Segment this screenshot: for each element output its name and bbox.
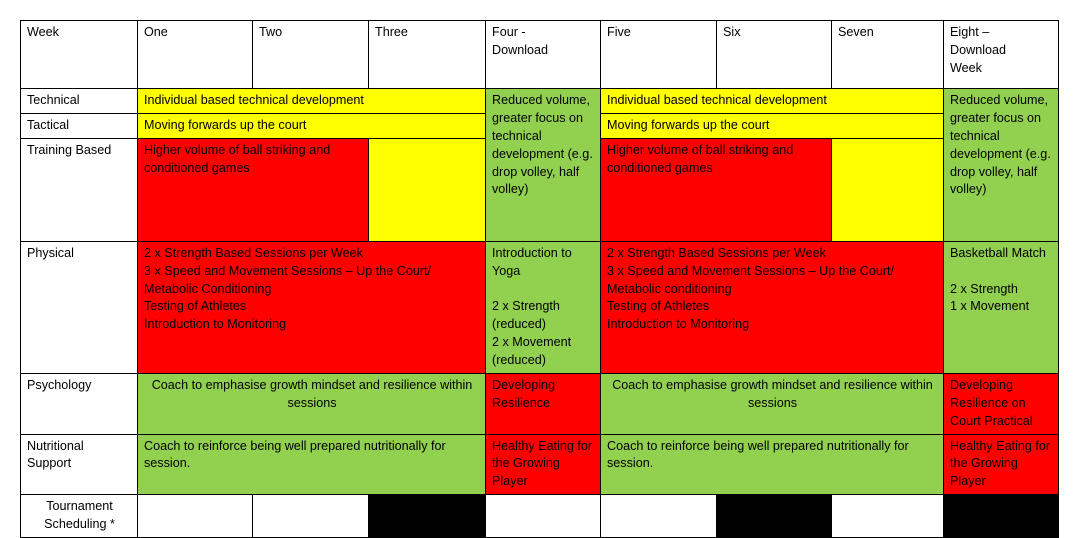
physical-dl2-line-4: 1 x Movement [950,299,1030,314]
cell-nutrition-week-4: Healthy Eating for the Growing Player [485,433,601,496]
physical-dl2-line-3: 2 x Strength [950,281,1018,296]
header-cell-week-seven: Seven [831,20,944,89]
cell-tournament-week-2 [252,494,369,538]
physical2-line-4: Testing of Athletes [607,299,710,314]
physical-dl1-line-3: 2 x Strength (reduced) [492,299,560,332]
physical-dl1-line-4: 2 x Movement (reduced) [492,335,572,367]
physical-line-3: Metabolic Conditioning [144,281,272,296]
cell-technical-tactical-training-week-8: Reduced volume, greater focus on technic… [943,88,1059,242]
nutritional-label-line1: Nutritional [27,438,84,453]
week-eight-line3: Week [950,60,982,75]
cell-physical-week-8: Basketball Match 2 x Strength 1 x Moveme… [943,240,1059,374]
table-row-nutritional-support: Nutritional Support Coach to reinforce b… [20,433,1059,496]
cell-psychology-weeks-1-3: Coach to emphasise growth mindset and re… [137,372,486,435]
nutritional-label-line2: Support [27,456,72,471]
cell-tournament-week-6 [716,494,832,538]
cell-training-weeks-5-6: Higher volume of ball striking and condi… [600,137,832,242]
physical2-line-1: 2 x Strength Based Sessions per Week [607,245,826,260]
cell-psychology-week-8: Developing Resilience on Court Practical [943,372,1059,435]
physical2-line-2: 3 x Speed and Movement Sessions – Up the… [607,263,895,278]
cell-physical-weeks-5-7: 2 x Strength Based Sessions per Week 3 x… [600,240,944,374]
cell-psychology-week-4: Developing Resilience [485,372,601,435]
header-cell-week-two: Two [252,20,369,89]
row-label-tactical: Tactical [20,112,138,139]
cell-tactical-weeks-5-7: Moving forwards up the court [600,112,944,139]
cell-technical-tactical-training-week-4: Reduced volume, greater focus on technic… [485,88,601,242]
cell-technical-weeks-5-7: Individual based technical development [600,88,944,114]
training-periodization-table: Week One Two Three Four - Download Five … [20,20,1059,538]
physical-line-4: Testing of Athletes [144,299,247,314]
cell-psychology-weeks-5-7: Coach to emphasise growth mindset and re… [600,372,944,435]
tournament-label-line2: Scheduling * [44,517,115,531]
physical-line-1: 2 x Strength Based Sessions per Week [144,245,363,260]
cell-tournament-week-3 [368,494,486,538]
cell-tournament-week-5 [600,494,717,538]
table-row-tournament-scheduling: Tournament Scheduling * [20,494,1059,538]
header-cell-week-three: Three [368,20,486,89]
header-cell-week-eight: Eight – Download Week [943,20,1059,89]
header-cell-week-five: Five [600,20,717,89]
cell-nutrition-weeks-1-3: Coach to reinforce being well prepared n… [137,433,486,496]
cell-physical-weeks-1-3: 2 x Strength Based Sessions per Week 3 x… [137,240,486,374]
table-row-technical: Technical Individual based technical dev… [20,88,1059,242]
header-cell-week-four: Four - Download [485,20,601,89]
row-label-nutritional-support: Nutritional Support [20,433,138,496]
cell-tactical-weeks-1-3: Moving forwards up the court [137,112,486,139]
physical-dl2-line-1: Basketball Match [950,245,1046,260]
row-label-technical: Technical [20,88,138,114]
header-cell-week: Week [20,20,138,89]
week-eight-line2: Download [950,42,1007,57]
row-label-tournament-scheduling: Tournament Scheduling * [20,494,138,538]
cell-training-weeks-1-2: Higher volume of ball striking and condi… [137,137,369,242]
row-label-training-based: Training Based [20,137,138,242]
physical-dl1-line-1: Introduction to Yoga [492,245,572,278]
physical2-line-3: Metabolic conditioning [607,281,732,296]
physical-line-2: 3 x Speed and Movement Sessions – Up the… [144,263,432,278]
cell-nutrition-week-8: Healthy Eating for the Growing Player [943,433,1059,496]
header-cell-week-six: Six [716,20,832,89]
cell-training-week-7 [831,137,944,242]
spreadsheet-canvas: Week One Two Three Four - Download Five … [0,0,1077,538]
physical-line-5: Introduction to Monitoring [144,317,287,332]
cell-tournament-week-1 [137,494,253,538]
table-row-psychology: Psychology Coach to emphasise growth min… [20,372,1059,435]
cell-nutrition-weeks-5-7: Coach to reinforce being well prepared n… [600,433,944,496]
tournament-label-line1: Tournament [46,499,113,514]
row-label-physical: Physical [20,240,138,374]
week-four-line1: Four - [492,25,526,39]
table-row-physical: Physical 2 x Strength Based Sessions per… [20,240,1059,374]
week-four-line2: Download [492,42,549,57]
cell-tournament-week-4 [485,494,601,538]
table-row-week-headers: Week One Two Three Four - Download Five … [20,20,1059,89]
cell-physical-week-4: Introduction to Yoga 2 x Strength (reduc… [485,240,601,374]
cell-technical-weeks-1-3: Individual based technical development [137,88,486,114]
physical2-line-5: Introduction to Monitoring [607,317,750,332]
header-cell-week-one: One [137,20,253,89]
cell-training-week-3 [368,137,486,242]
row-label-psychology: Psychology [20,372,138,435]
cell-tournament-week-8 [943,494,1059,538]
cell-tournament-week-7 [831,494,944,538]
week-eight-line1: Eight – [950,25,990,39]
